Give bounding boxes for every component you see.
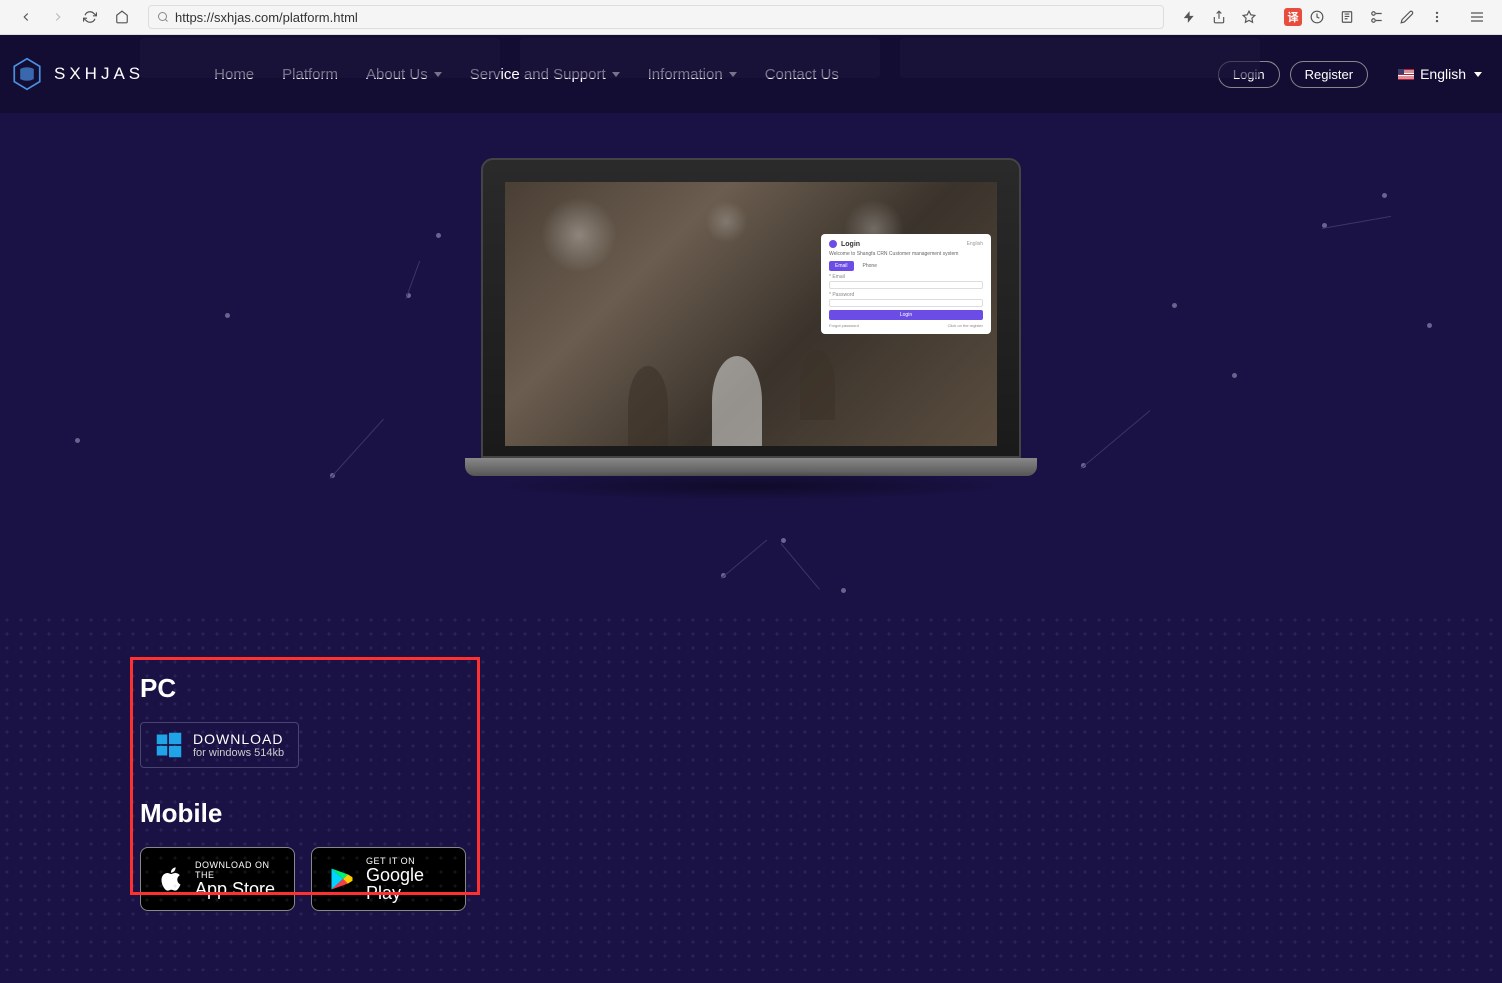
home-button[interactable] xyxy=(113,8,131,26)
history-icon[interactable] xyxy=(1308,8,1326,26)
appstore-bottom-text: App Store xyxy=(195,880,278,898)
app-icon xyxy=(829,240,837,248)
login-panel: Login English Welcome to Shangfa CRN Cus… xyxy=(821,234,991,334)
mobile-heading: Mobile xyxy=(140,798,1362,829)
download-title: DOWNLOAD xyxy=(193,731,284,747)
register-link[interactable]: Click on the register xyxy=(948,323,983,328)
windows-icon xyxy=(155,731,183,759)
flag-icon xyxy=(1398,69,1414,80)
translate-icon[interactable]: 译 xyxy=(1284,8,1302,26)
login-welcome: Welcome to Shangfa CRN Customer manageme… xyxy=(829,251,983,257)
star-icon[interactable] xyxy=(1240,8,1258,26)
password-field[interactable] xyxy=(829,299,983,307)
app-store-button[interactable]: DOWNLOAD ON THE App Store xyxy=(140,847,295,911)
download-subtitle: for windows 514kb xyxy=(193,747,284,759)
menu-icon[interactable] xyxy=(1468,8,1486,26)
login-lang: English xyxy=(967,241,983,247)
login-submit-button[interactable]: Login xyxy=(829,310,983,320)
login-title: Login xyxy=(841,241,860,248)
forward-button[interactable] xyxy=(49,8,67,26)
browser-toolbar: https://sxhjas.com/platform.html 译 xyxy=(0,0,1502,35)
lightning-icon[interactable] xyxy=(1180,8,1198,26)
screenshot-icon[interactable] xyxy=(1368,8,1386,26)
downloads-section: PC DOWNLOAD for windows 514kb Mobile DOW… xyxy=(0,613,1502,971)
email-field[interactable] xyxy=(829,281,983,289)
address-bar[interactable]: https://sxhjas.com/platform.html xyxy=(148,5,1164,29)
reload-button[interactable] xyxy=(81,8,99,26)
google-play-button[interactable]: GET IT ON Google Play xyxy=(311,847,466,911)
tab-phone[interactable]: Phone xyxy=(857,261,883,271)
laptop-mockup: Login English Welcome to Shangfa CRN Cus… xyxy=(481,158,1021,501)
play-bottom-text: Google Play xyxy=(366,866,449,902)
more-icon[interactable] xyxy=(1428,8,1446,26)
label-password: * Password xyxy=(829,292,983,298)
apple-icon xyxy=(157,865,185,893)
hero-section: Login English Welcome to Shangfa CRN Cus… xyxy=(0,113,1502,613)
reader-icon[interactable] xyxy=(1338,8,1356,26)
back-button[interactable] xyxy=(17,8,35,26)
google-play-icon xyxy=(328,865,356,893)
edit-icon[interactable] xyxy=(1398,8,1416,26)
appstore-top-text: DOWNLOAD ON THE xyxy=(195,860,278,880)
share-icon[interactable] xyxy=(1210,8,1228,26)
world-map-dots xyxy=(0,613,1502,971)
download-windows-button[interactable]: DOWNLOAD for windows 514kb xyxy=(140,722,299,768)
label-email: * Email xyxy=(829,274,983,280)
logo-icon xyxy=(10,57,44,91)
pc-heading: PC xyxy=(140,673,1362,704)
top-cards-strip xyxy=(0,38,1502,78)
url-text: https://sxhjas.com/platform.html xyxy=(175,10,358,25)
tab-email[interactable]: Email xyxy=(829,261,854,271)
forgot-password-link[interactable]: Forgot password xyxy=(829,323,859,328)
